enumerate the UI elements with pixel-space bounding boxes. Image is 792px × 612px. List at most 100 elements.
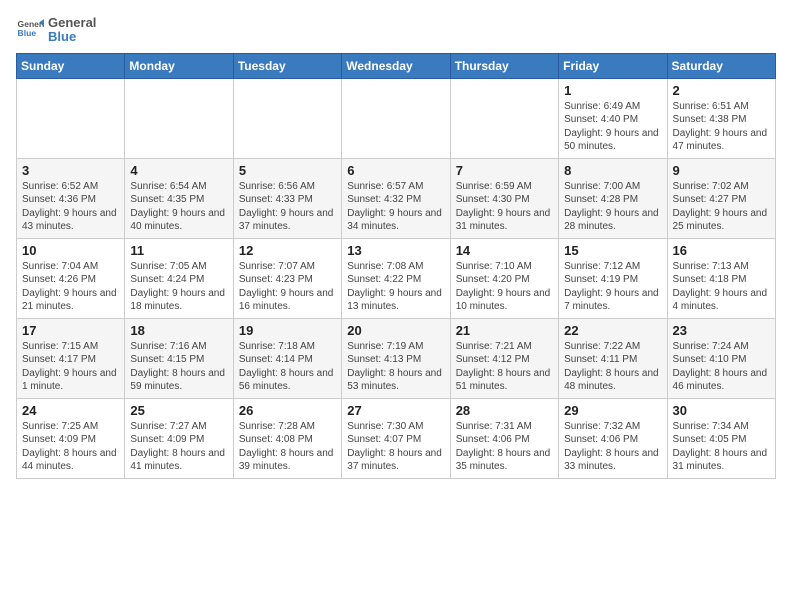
calendar-cell: 24 Sunrise: 7:25 AM Sunset: 4:09 PM Dayli… [17,398,125,478]
svg-text:General: General [18,19,44,29]
calendar-cell: 8Sunrise: 7:00 AM Sunset: 4:28 PM Daylig… [559,158,667,238]
calendar-week: 24 Sunrise: 7:25 AM Sunset: 4:09 PM Dayli… [17,398,776,478]
day-number: 12 [239,243,336,258]
calendar-cell: 6Sunrise: 6:57 AM Sunset: 4:32 PM Daylig… [342,158,450,238]
day-info: Sunrise: 7:04 AM Sunset: 4:26 PM Dayligh… [22,260,119,314]
day-info: Sunrise: 7:12 AM Sunset: 4:19 PM Dayligh… [564,260,661,314]
weekday-header: SundayMondayTuesdayWednesdayThursdayFrid… [17,53,776,78]
day-number: 16 [673,243,770,258]
day-number: 20 [347,323,444,338]
svg-text:Blue: Blue [18,29,37,39]
day-info: Sunrise: 6:54 AM Sunset: 4:35 PM Dayligh… [130,180,227,234]
day-number: 21 [456,323,553,338]
calendar-cell: 3 Sunrise: 6:52 AM Sunset: 4:36 PM Daylig… [17,158,125,238]
day-number: 26 [239,403,336,418]
calendar-body: 1 Sunrise: 6:49 AM Sunset: 4:40 PM Daylig… [17,78,776,478]
calendar: SundayMondayTuesdayWednesdayThursdayFrid… [16,53,776,479]
day-info: Sunrise: 7:07 AM Sunset: 4:23 PM Dayligh… [239,260,336,314]
day-info: Sunrise: 7:15 AM Sunset: 4:17 PM Dayligh… [22,340,119,394]
calendar-cell: 2 Sunrise: 6:51 AM Sunset: 4:38 PM Daylig… [667,78,775,158]
calendar-cell: 22 Sunrise: 7:22 AM Sunset: 4:11 PM Dayli… [559,318,667,398]
calendar-cell: 5Sunrise: 6:56 AM Sunset: 4:33 PM Daylig… [233,158,341,238]
calendar-cell: 26 Sunrise: 7:28 AM Sunset: 4:08 PM Dayli… [233,398,341,478]
day-info: Sunrise: 7:32 AM Sunset: 4:06 PM Dayligh… [564,420,661,474]
calendar-cell: 1 Sunrise: 6:49 AM Sunset: 4:40 PM Daylig… [559,78,667,158]
day-info: Sunrise: 7:34 AM Sunset: 4:05 PM Dayligh… [673,420,770,474]
calendar-week: 10 Sunrise: 7:04 AM Sunset: 4:26 PM Dayli… [17,238,776,318]
calendar-cell: 12 Sunrise: 7:07 AM Sunset: 4:23 PM Dayli… [233,238,341,318]
day-number: 10 [22,243,119,258]
calendar-cell: 27 Sunrise: 7:30 AM Sunset: 4:07 PM Dayli… [342,398,450,478]
day-info: Sunrise: 6:56 AM Sunset: 4:33 PM Dayligh… [239,180,336,234]
calendar-cell [125,78,233,158]
calendar-week: 17 Sunrise: 7:15 AM Sunset: 4:17 PM Dayli… [17,318,776,398]
weekday-label: Friday [559,53,667,78]
day-info: Sunrise: 6:59 AM Sunset: 4:30 PM Dayligh… [456,180,553,234]
day-info: Sunrise: 6:52 AM Sunset: 4:36 PM Dayligh… [22,180,119,234]
weekday-label: Tuesday [233,53,341,78]
day-info: Sunrise: 7:25 AM Sunset: 4:09 PM Dayligh… [22,420,119,474]
day-info: Sunrise: 7:30 AM Sunset: 4:07 PM Dayligh… [347,420,444,474]
calendar-cell: 28Sunrise: 7:31 AM Sunset: 4:06 PM Dayli… [450,398,558,478]
calendar-cell: 18Sunrise: 7:16 AM Sunset: 4:15 PM Dayli… [125,318,233,398]
calendar-cell [342,78,450,158]
day-info: Sunrise: 7:10 AM Sunset: 4:20 PM Dayligh… [456,260,553,314]
day-number: 13 [347,243,444,258]
day-info: Sunrise: 7:02 AM Sunset: 4:27 PM Dayligh… [673,180,770,234]
day-info: Sunrise: 6:51 AM Sunset: 4:38 PM Dayligh… [673,100,770,154]
day-number: 30 [673,403,770,418]
calendar-cell [17,78,125,158]
day-number: 27 [347,403,444,418]
day-info: Sunrise: 7:16 AM Sunset: 4:15 PM Dayligh… [130,340,227,394]
day-info: Sunrise: 7:08 AM Sunset: 4:22 PM Dayligh… [347,260,444,314]
day-info: Sunrise: 7:18 AM Sunset: 4:14 PM Dayligh… [239,340,336,394]
day-number: 11 [130,243,227,258]
day-number: 3 [22,163,119,178]
day-number: 15 [564,243,661,258]
day-number: 23 [673,323,770,338]
day-info: Sunrise: 7:22 AM Sunset: 4:11 PM Dayligh… [564,340,661,394]
day-number: 1 [564,83,661,98]
weekday-label: Sunday [17,53,125,78]
day-number: 2 [673,83,770,98]
day-number: 14 [456,243,553,258]
day-info: Sunrise: 7:05 AM Sunset: 4:24 PM Dayligh… [130,260,227,314]
calendar-cell: 25 Sunrise: 7:27 AM Sunset: 4:09 PM Dayli… [125,398,233,478]
header: General Blue GeneralBlue [16,16,776,45]
day-number: 22 [564,323,661,338]
day-info: Sunrise: 7:31 AM Sunset: 4:06 PM Dayligh… [456,420,553,474]
calendar-cell: 14 Sunrise: 7:10 AM Sunset: 4:20 PM Dayli… [450,238,558,318]
day-number: 7 [456,163,553,178]
day-info: Sunrise: 6:49 AM Sunset: 4:40 PM Dayligh… [564,100,661,154]
day-info: Sunrise: 7:19 AM Sunset: 4:13 PM Dayligh… [347,340,444,394]
day-info: Sunrise: 7:28 AM Sunset: 4:08 PM Dayligh… [239,420,336,474]
day-info: Sunrise: 7:13 AM Sunset: 4:18 PM Dayligh… [673,260,770,314]
calendar-cell: 23Sunrise: 7:24 AM Sunset: 4:10 PM Dayli… [667,318,775,398]
weekday-label: Saturday [667,53,775,78]
day-info: Sunrise: 7:27 AM Sunset: 4:09 PM Dayligh… [130,420,227,474]
logo-icon: General Blue [16,16,44,44]
calendar-cell: 21Sunrise: 7:21 AM Sunset: 4:12 PM Dayli… [450,318,558,398]
day-number: 25 [130,403,227,418]
calendar-cell [450,78,558,158]
logo-text: GeneralBlue [48,16,96,45]
calendar-cell [233,78,341,158]
day-number: 4 [130,163,227,178]
calendar-cell: 9Sunrise: 7:02 AM Sunset: 4:27 PM Daylig… [667,158,775,238]
calendar-cell: 19Sunrise: 7:18 AM Sunset: 4:14 PM Dayli… [233,318,341,398]
day-info: Sunrise: 7:00 AM Sunset: 4:28 PM Dayligh… [564,180,661,234]
calendar-cell: 30 Sunrise: 7:34 AM Sunset: 4:05 PM Dayli… [667,398,775,478]
calendar-cell: 17 Sunrise: 7:15 AM Sunset: 4:17 PM Dayli… [17,318,125,398]
calendar-cell: 15 Sunrise: 7:12 AM Sunset: 4:19 PM Dayli… [559,238,667,318]
calendar-cell: 4 Sunrise: 6:54 AM Sunset: 4:35 PM Daylig… [125,158,233,238]
weekday-label: Wednesday [342,53,450,78]
weekday-label: Thursday [450,53,558,78]
calendar-cell: 10 Sunrise: 7:04 AM Sunset: 4:26 PM Dayli… [17,238,125,318]
logo: General Blue GeneralBlue [16,16,96,45]
day-number: 24 [22,403,119,418]
day-number: 6 [347,163,444,178]
day-number: 17 [22,323,119,338]
weekday-label: Monday [125,53,233,78]
calendar-week: 3 Sunrise: 6:52 AM Sunset: 4:36 PM Daylig… [17,158,776,238]
calendar-cell: 29Sunrise: 7:32 AM Sunset: 4:06 PM Dayli… [559,398,667,478]
